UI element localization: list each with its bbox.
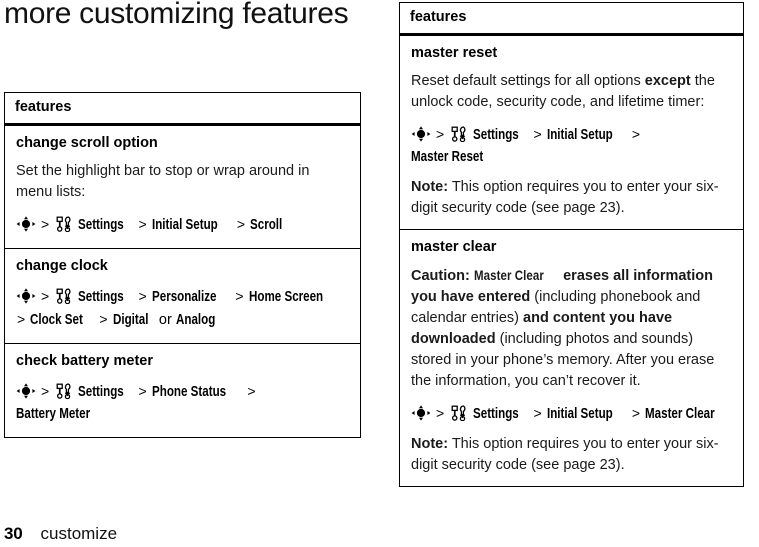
row-title: change clock (16, 258, 108, 274)
path-separator: > (41, 288, 50, 304)
navigation-key-icon (16, 288, 36, 304)
menu-label: Settings (78, 289, 125, 305)
menu-label: Master Reset (411, 149, 484, 165)
path-separator: > (533, 126, 542, 142)
menu-path: > Settings > Phone Status > Battery Mete… (16, 380, 349, 425)
path-separator: > (41, 216, 50, 232)
menu-label: Clock Set (30, 312, 84, 328)
path-separator: > (631, 405, 641, 421)
menu-label: Settings (78, 384, 125, 400)
note-text: This option requires you to enter your s… (411, 436, 719, 473)
table-header-features: features (400, 3, 743, 36)
path-separator: > (138, 288, 147, 304)
right-column: features master reset Reset default sett… (399, 2, 744, 487)
page-number: 30 (4, 524, 23, 543)
path-separator: > (138, 216, 147, 232)
path-separator: > (436, 126, 445, 142)
row-title: master clear (411, 239, 497, 255)
path-separator: > (247, 383, 256, 399)
settings-wrench-icon (451, 126, 468, 143)
table-row: change scroll option Set the highlight b… (5, 126, 360, 249)
menu-label: Settings (473, 406, 520, 422)
menu-label: Digital (112, 312, 148, 328)
note-text: This option requires you to enter your s… (411, 179, 719, 216)
path-separator: > (99, 311, 108, 327)
menu-path: > Settings > Personalize > Home Screen >… (16, 285, 349, 331)
path-separator: > (235, 288, 244, 304)
page-title: more customizing features (4, 0, 349, 30)
features-table-left: features change scroll option Set the hi… (4, 92, 361, 438)
row-note: Note: This option requires you to enter … (411, 177, 732, 219)
body-emphasis: except (644, 73, 691, 89)
chapter-name: customize (40, 524, 118, 543)
row-body: Reset default settings for all options e… (411, 71, 732, 113)
menu-label: Phone Status (151, 384, 226, 400)
navigation-key-icon (411, 126, 431, 142)
row-title: check battery meter (16, 353, 154, 369)
menu-path: > Settings > Initial Setup > (411, 402, 732, 425)
row-title: change scroll option (16, 135, 158, 151)
navigation-key-icon (16, 383, 36, 399)
table-row: master clear Caution: Master Clear erase… (400, 230, 743, 486)
row-note: Note: This option requires you to enter … (411, 434, 732, 476)
table-header-features: features (5, 93, 360, 126)
row-body: Set the highlight bar to stop or wrap ar… (16, 163, 310, 200)
path-separator: > (631, 126, 641, 142)
path-separator: > (138, 383, 147, 399)
navigation-key-icon (16, 216, 36, 232)
note-label: Note: (411, 436, 449, 452)
menu-label: Settings (473, 127, 520, 143)
path-separator: > (236, 216, 246, 232)
features-table-right: features master reset Reset default sett… (399, 2, 744, 487)
menu-label: Initial Setup (151, 217, 218, 233)
row-caution: Caution: Master Clear erases all informa… (411, 265, 732, 392)
menu-label: Master Clear (645, 406, 715, 422)
navigation-key-icon (411, 405, 431, 421)
left-column: features change scroll option Set the hi… (4, 92, 361, 438)
table-row: change clock > Settings > Personalize > … (5, 249, 360, 344)
menu-label: Initial Setup (546, 406, 613, 422)
settings-wrench-icon (56, 383, 73, 400)
caution-label: Caution: (411, 268, 470, 284)
path-separator: > (533, 405, 542, 421)
settings-wrench-icon (56, 216, 73, 233)
menu-label: Initial Setup (546, 127, 613, 143)
menu-path: > Settings > Initial Setup > (16, 213, 349, 236)
menu-label: Analog (175, 312, 216, 328)
caution-menu-name: Master Clear (473, 267, 544, 283)
path-conjunction: or (158, 312, 172, 328)
menu-label: Scroll (250, 217, 283, 233)
menu-label: Settings (78, 217, 125, 233)
path-separator: > (41, 383, 50, 399)
table-row: check battery meter > Settings > Phone S… (5, 344, 360, 437)
settings-wrench-icon (451, 405, 468, 422)
row-title: master reset (411, 45, 498, 61)
body-text-pre: Reset default settings for all options (411, 73, 645, 89)
menu-label: Battery Meter (16, 406, 91, 422)
note-label: Note: (411, 179, 449, 195)
table-row: master reset Reset default settings for … (400, 36, 743, 230)
page-footer: 30 customize (4, 524, 117, 544)
menu-label: Home Screen (248, 289, 323, 305)
path-separator: > (17, 311, 26, 327)
path-separator: > (436, 405, 445, 421)
menu-label: Personalize (151, 289, 217, 305)
settings-wrench-icon (56, 288, 73, 305)
menu-path: > Settings > Initial Setup > (411, 123, 732, 168)
